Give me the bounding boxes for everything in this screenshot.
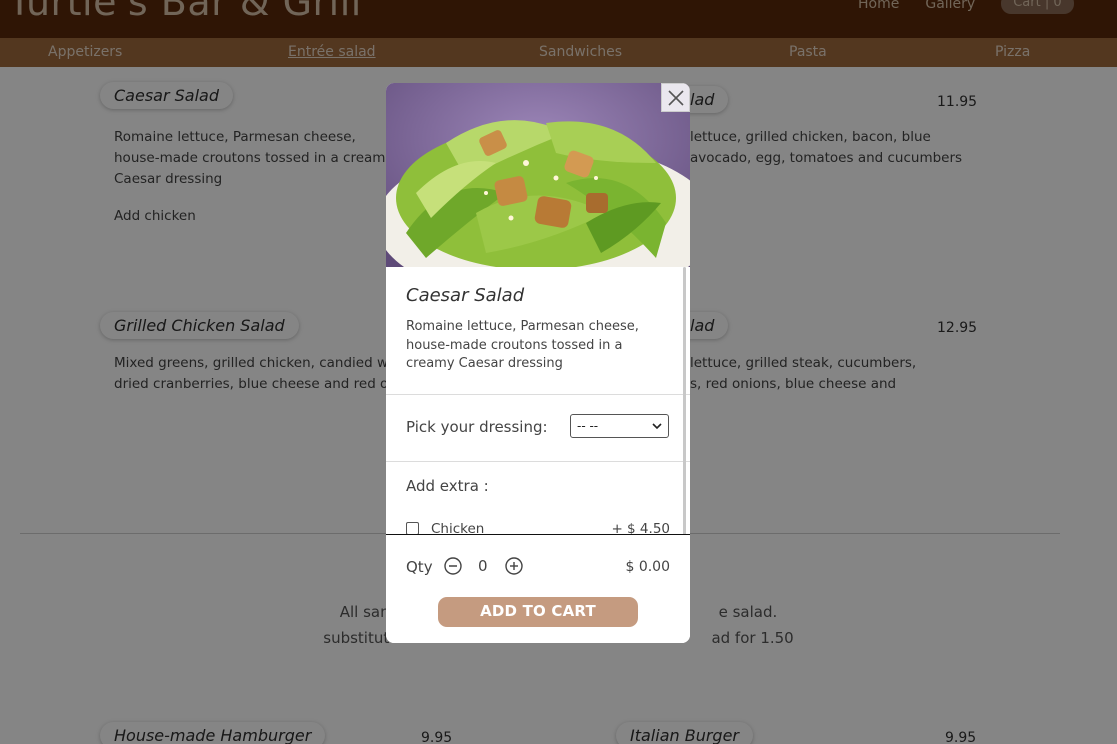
dressing-label: Pick your dressing: xyxy=(406,418,548,436)
modal-item-title: Caesar Salad xyxy=(406,285,525,306)
minus-circle-icon xyxy=(444,557,462,575)
dressing-selected-value: -- -- xyxy=(577,419,599,433)
order-total: $ 0.00 xyxy=(625,559,670,575)
dressing-select[interactable]: -- -- xyxy=(570,414,669,438)
extra-label: Add extra : xyxy=(406,477,489,495)
order-footer: Qty 0 $ 0.00 ADD TO CART xyxy=(386,535,690,643)
plus-circle-icon xyxy=(505,557,523,575)
close-modal-button[interactable] xyxy=(661,83,690,112)
qty-label: Qty xyxy=(406,558,433,576)
modal-item-description: Romaine lettuce, Parmesan cheese, house-… xyxy=(406,319,639,371)
close-icon xyxy=(667,89,684,106)
divider xyxy=(386,394,690,395)
qty-decrease-button[interactable] xyxy=(444,557,462,575)
caesar-salad-photo xyxy=(386,83,690,267)
item-modal: Caesar Salad Romaine lettuce, Parmesan c… xyxy=(386,83,690,643)
qty-value: 0 xyxy=(478,557,488,575)
chevron-down-icon xyxy=(652,423,662,430)
add-to-cart-button[interactable]: ADD TO CART xyxy=(438,597,638,627)
qty-increase-button[interactable] xyxy=(505,557,523,575)
divider xyxy=(386,461,690,462)
